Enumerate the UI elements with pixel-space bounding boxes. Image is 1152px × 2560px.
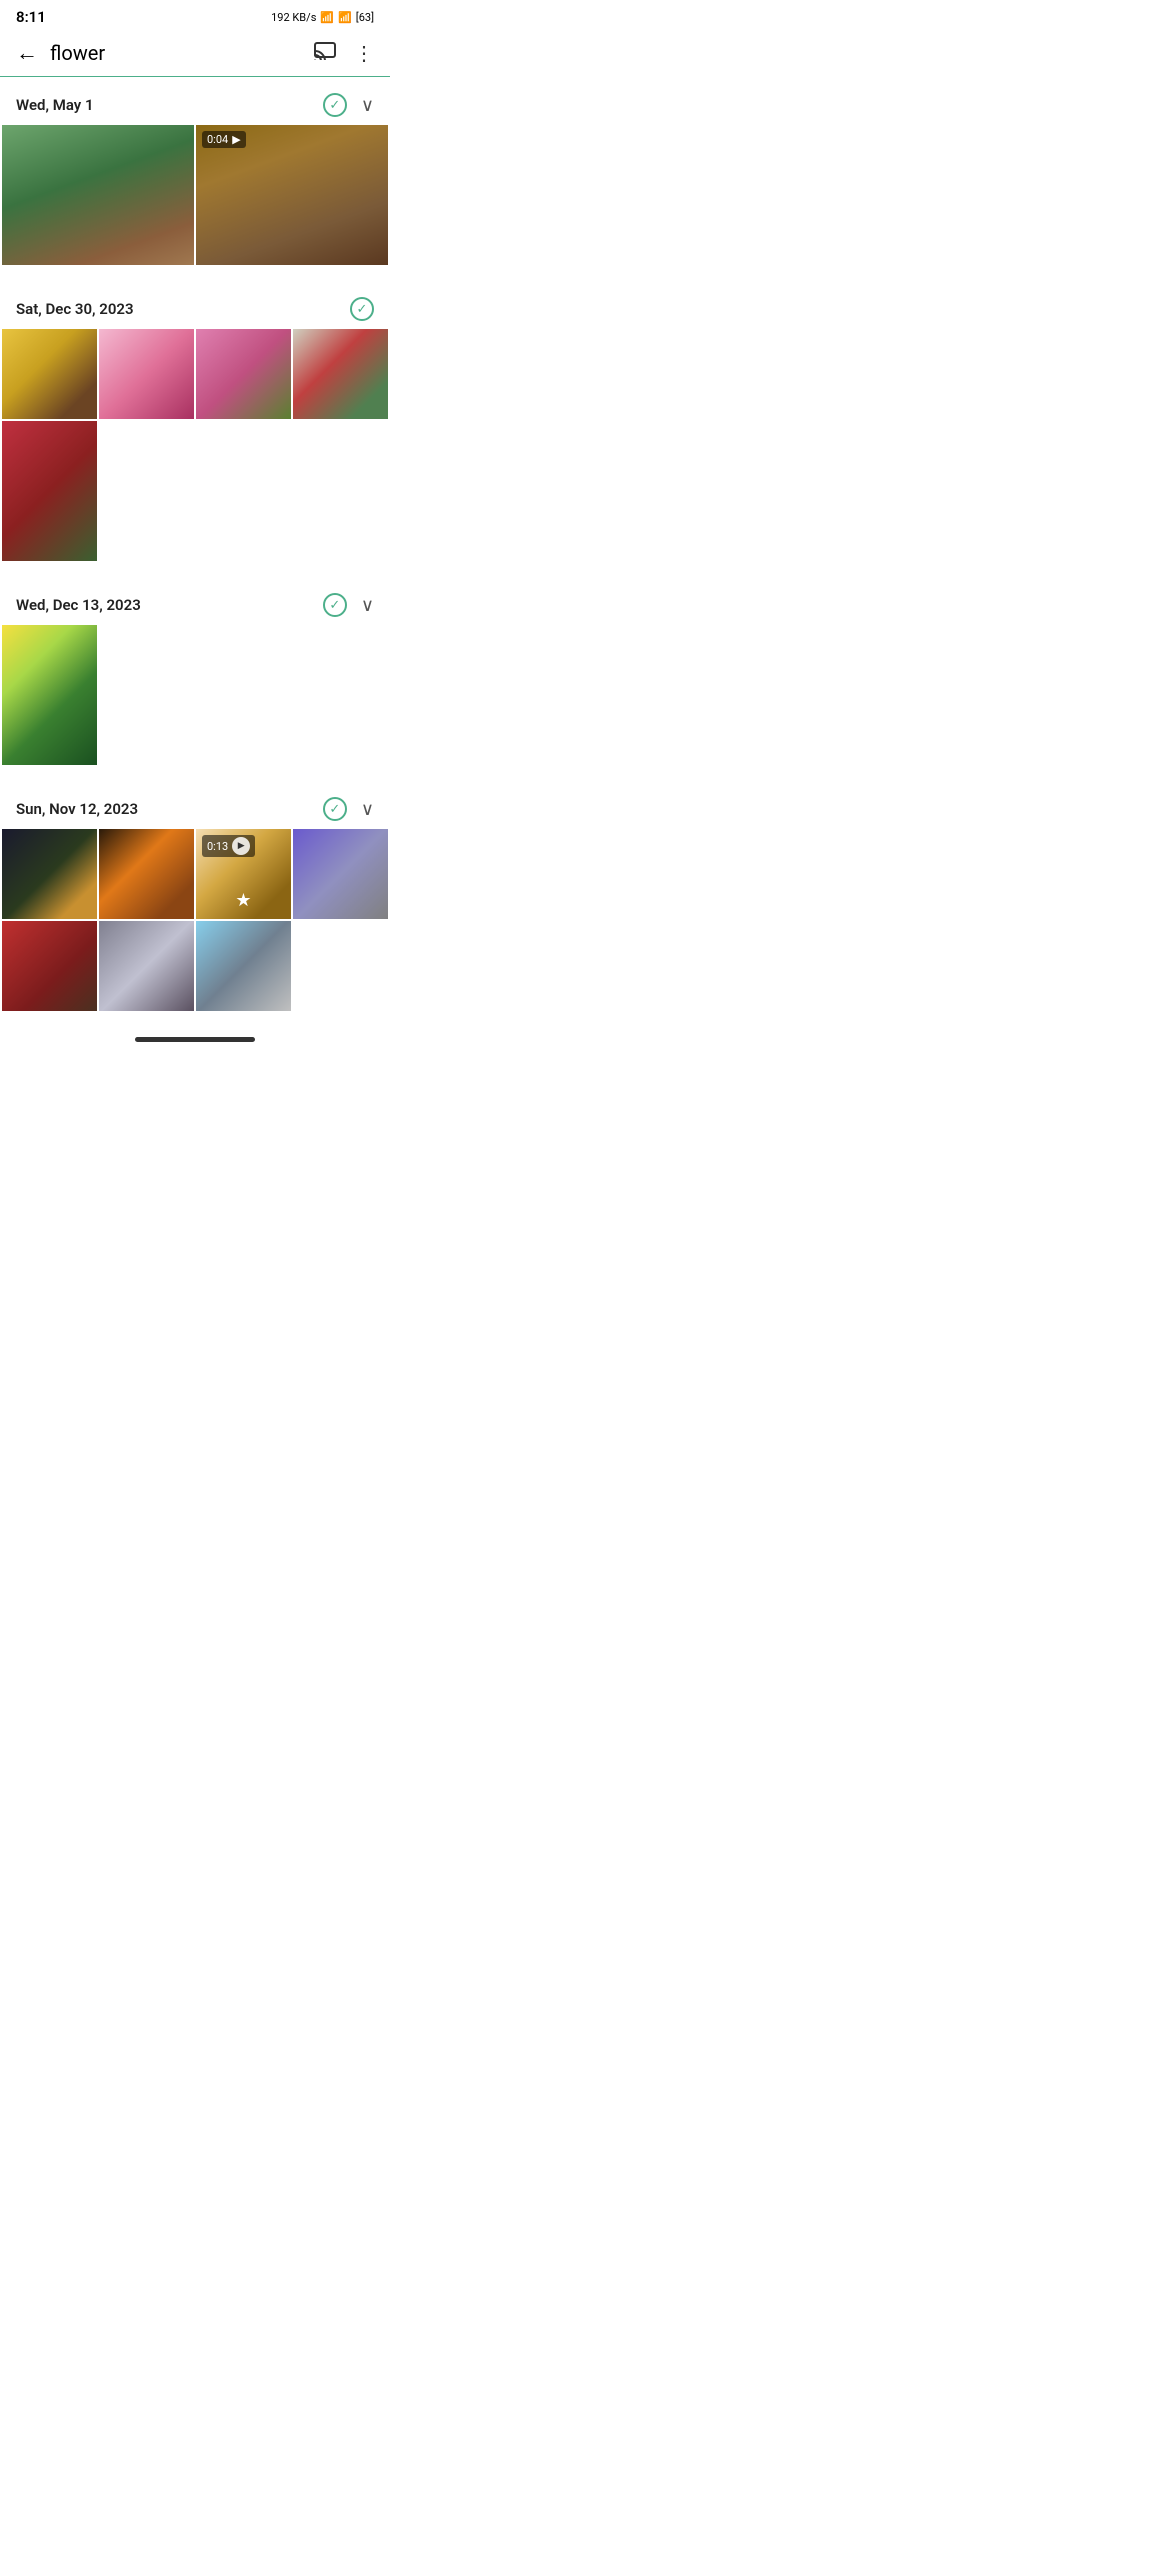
photo-grid-dec30-row1 [0,329,390,419]
star-badge-nov12: ★ [235,890,251,911]
photo-dec30-3[interactable] [196,329,291,419]
section-date-wed-dec-13: Wed, Dec 13, 2023 [16,596,141,614]
photo-may1-2[interactable]: 0:04 ▶ [196,125,388,265]
section-date-sun-nov-12: Sun, Nov 12, 2023 [16,800,138,818]
photo-grid-nov12-row1: 0:13 ▶ ★ [0,829,390,919]
section-header-sat-dec-30: Sat, Dec 30, 2023 ✓ [0,281,390,329]
photo-dec30-4[interactable] [293,329,388,419]
chevron-wed-may-1[interactable]: ∨ [361,95,374,116]
app-bar: ← flower ⋮ [0,30,390,77]
photo-grid-dec13 [0,625,390,765]
photo-dec30-2[interactable] [99,329,194,419]
section-actions-wed-dec-13: ✓ ∨ [323,593,374,617]
signal-icon: 📶 [338,11,352,24]
play-icon-nov12: ▶ [232,837,250,855]
photo-nov12-2[interactable] [99,829,194,919]
more-button[interactable]: ⋮ [354,41,374,65]
section-actions-sat-dec-30: ✓ [350,297,374,321]
section-sat-dec-30: Sat, Dec 30, 2023 ✓ [0,281,390,577]
photo-nov12-1[interactable] [2,829,97,919]
action-icons: ⋮ [314,41,374,65]
section-wed-may-1: Wed, May 1 ✓ ∨ 0:04 ▶ [0,77,390,281]
photo-may1-1[interactable] [2,125,194,265]
back-button[interactable]: ← [16,40,38,66]
battery-icon: [63] [356,11,374,24]
section-header-wed-may-1: Wed, May 1 ✓ ∨ [0,77,390,125]
photo-nov12-5[interactable] [2,921,97,1011]
search-query: flower [50,41,302,65]
bottom-pill [135,1037,255,1042]
photo-nov12-4[interactable] [293,829,388,919]
status-bar: 8:11 192 KB/s 📶 📶 [63] [0,0,390,30]
photo-grid-nov12-row2 [0,921,390,1011]
section-date-sat-dec-30: Sat, Dec 30, 2023 [16,300,134,318]
section-actions-wed-may-1: ✓ ∨ [323,93,374,117]
checkmark-icon: ✓ [329,802,340,817]
checkmark-icon: ✓ [329,598,340,613]
photo-nov12-3[interactable]: 0:13 ▶ ★ [196,829,291,919]
photo-grid-wed-may-1: 0:04 ▶ [0,125,390,265]
select-all-sun-nov-12[interactable]: ✓ [323,797,347,821]
select-all-wed-may-1[interactable]: ✓ [323,93,347,117]
photo-dec30-5[interactable] [2,421,97,561]
section-sun-nov-12: Sun, Nov 12, 2023 ✓ ∨ 0:13 ▶ ★ [0,781,390,1027]
photo-nov12-6[interactable] [99,921,194,1011]
section-date-wed-may-1: Wed, May 1 [16,96,94,114]
photo-grid-dec30-row2 [0,421,390,561]
play-icon: ▶ [232,133,240,146]
data-speed: 192 KB/s [271,11,316,24]
bottom-bar [0,1027,390,1048]
status-icons: 192 KB/s 📶 📶 [63] [271,11,374,24]
photo-nov12-7[interactable] [196,921,291,1011]
section-header-sun-nov-12: Sun, Nov 12, 2023 ✓ ∨ [0,781,390,829]
checkmark-icon: ✓ [357,302,368,317]
chevron-wed-dec-13[interactable]: ∨ [361,595,374,616]
section-wed-dec-13: Wed, Dec 13, 2023 ✓ ∨ [0,577,390,781]
bluetooth-icon: 📶 [320,11,334,24]
select-all-wed-dec-13[interactable]: ✓ [323,593,347,617]
video-duration-nov12: 0:13 ▶ [202,835,255,857]
section-header-wed-dec-13: Wed, Dec 13, 2023 ✓ ∨ [0,577,390,625]
video-duration-may1: 0:04 ▶ [202,131,246,148]
photo-dec30-1[interactable] [2,329,97,419]
status-time: 8:11 [16,8,46,26]
chevron-sun-nov-12[interactable]: ∨ [361,799,374,820]
checkmark-icon: ✓ [329,98,340,113]
section-actions-sun-nov-12: ✓ ∨ [323,797,374,821]
select-all-sat-dec-30[interactable]: ✓ [350,297,374,321]
cast-button[interactable] [314,41,336,65]
photo-dec13-1[interactable] [2,625,97,765]
